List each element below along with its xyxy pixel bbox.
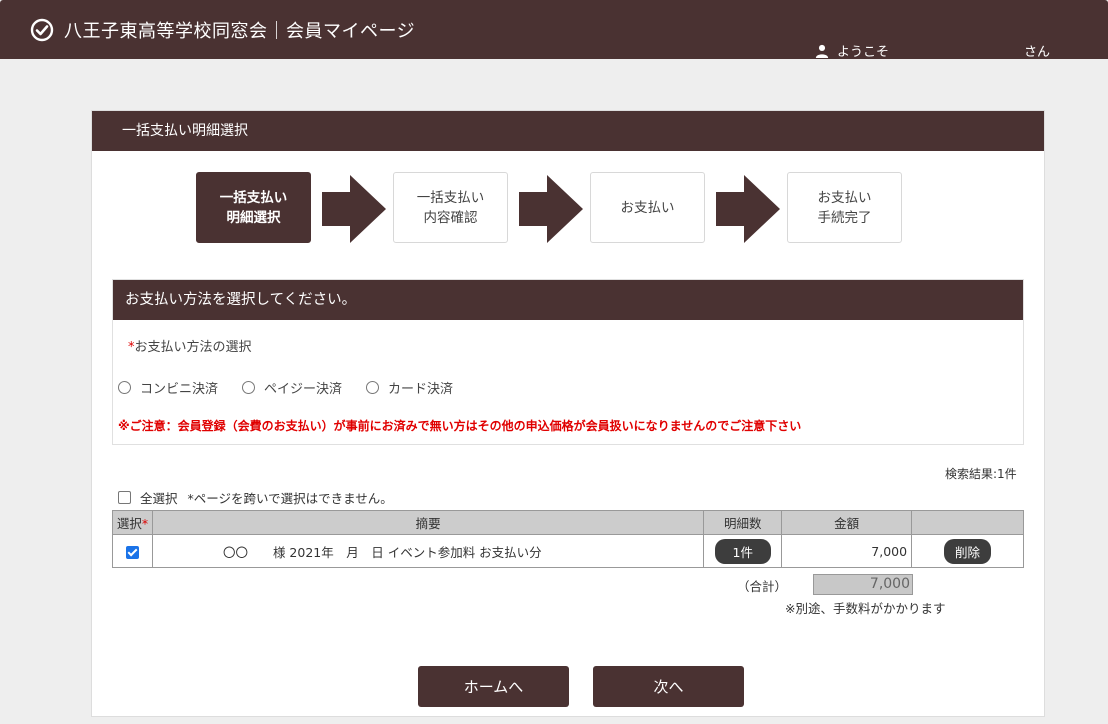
table-row: 〇〇 様 2021年 月 日 イベント参加料 お支払い分 1件 7,000 削除 <box>112 534 1024 568</box>
step-2: 一括支払い 内容確認 <box>393 172 508 243</box>
required-mark: * <box>141 516 149 531</box>
welcome-text: ようこそ <box>837 45 890 60</box>
step-arrow-icon <box>519 175 583 243</box>
result-count: 検索結果:1件 <box>945 467 1017 481</box>
next-button[interactable]: 次へ <box>593 666 744 707</box>
row-detail-count-cell: 1件 <box>703 534 783 568</box>
radio-button[interactable] <box>118 381 131 394</box>
home-button[interactable]: ホームへ <box>418 666 569 707</box>
radio-button[interactable] <box>366 381 380 394</box>
step-arrow-icon <box>716 175 780 243</box>
payment-method-heading: お支払い方法を選択してください。 <box>113 280 1023 320</box>
section-title: 一括支払い明細選択 <box>92 111 1044 151</box>
table-header-row: 選択* 摘要 明細数 金額 <box>112 510 1024 535</box>
select-all-row: 全選択 *ページを跨いで選択はできません。 <box>118 488 393 507</box>
step-4: お支払い 手続完了 <box>787 172 902 243</box>
payment-method-panel: お支払い方法を選択してください。 *お支払い方法の選択 コンビニ決済 ペイジー決… <box>112 279 1024 445</box>
row-action-cell: 削除 <box>911 534 1024 568</box>
radio-convenience-store[interactable]: コンビニ決済 <box>118 378 218 397</box>
user-icon <box>815 44 829 58</box>
welcome-suffix: さん <box>1024 45 1051 60</box>
payment-method-label: *お支払い方法の選択 <box>128 336 252 355</box>
select-all-checkbox[interactable] <box>118 491 131 504</box>
step-1-line1: 一括支払い <box>219 189 288 206</box>
radio-button[interactable] <box>242 381 256 394</box>
header-action <box>911 510 1024 535</box>
main-card: 一括支払い明細選択 一括支払い 明細選択 一括支払い 内容確認 お支払い お支払… <box>91 110 1045 717</box>
step-3: お支払い <box>590 172 705 243</box>
radio-label: カード決済 <box>388 382 454 397</box>
step-2-line2: 内容確認 <box>423 209 478 226</box>
step-4-line1: お支払い <box>817 189 872 206</box>
radio-label: コンビニ決済 <box>140 382 219 397</box>
site-brand[interactable]: 八王子東高等学校同窓会｜会員マイページ <box>30 17 415 43</box>
select-note: *ページを跨いで選択はできません。 <box>187 491 393 506</box>
step-1-line2: 明細選択 <box>226 209 281 226</box>
fee-note: ※別途、手数料がかかります <box>785 601 946 616</box>
header-select-text: 選択 <box>116 516 142 531</box>
user-greeting: ようこそ <box>815 41 889 60</box>
top-header: 八王子東高等学校同窓会｜会員マイページ ようこそ さん <box>0 0 1108 60</box>
total-label: （合計） <box>737 579 788 594</box>
select-all-label[interactable]: 全選択 <box>140 488 178 507</box>
radio-label: ペイジー決済 <box>264 382 343 397</box>
header-summary: 摘要 <box>151 510 705 535</box>
step-3-line1: お支払い <box>620 199 675 216</box>
row-amount: 7,000 <box>781 534 913 568</box>
header-detail-count: 明細数 <box>703 510 783 535</box>
row-summary: 〇〇 様 2021年 月 日 イベント参加料 お支払い分 <box>151 534 705 568</box>
payment-method-label-text: お支払い方法の選択 <box>134 340 252 355</box>
payment-method-options: コンビニ決済 ペイジー決済 カード決済 <box>118 378 477 397</box>
row-select-cell <box>112 534 153 568</box>
payment-detail-table: 選択* 摘要 明細数 金額 〇〇 様 2021年 月 日 イベント参加料 お支払… <box>112 510 1024 568</box>
row-checkbox[interactable] <box>125 545 139 559</box>
delete-button[interactable]: 削除 <box>944 538 992 564</box>
total-value: 7,000 <box>813 574 913 595</box>
step-2-line1: 一括支払い <box>416 189 485 206</box>
step-arrow-icon <box>322 175 386 243</box>
radio-card[interactable]: カード決済 <box>366 378 453 397</box>
check-circle-icon <box>30 18 54 42</box>
header-amount: 金額 <box>781 510 913 535</box>
step-1: 一括支払い 明細選択 <box>196 172 311 243</box>
member-notice: ※ご注意：会員登録（会費のお支払い）が事前にお済みで無い方はその他の申込価格が会… <box>118 419 802 433</box>
radio-payeasy[interactable]: ペイジー決済 <box>242 378 342 397</box>
header-select: 選択* <box>112 510 153 535</box>
step-4-line2: 手続完了 <box>817 209 872 226</box>
site-title: 八王子東高等学校同窓会｜会員マイページ <box>64 21 416 42</box>
detail-count-button[interactable]: 1件 <box>714 538 771 564</box>
